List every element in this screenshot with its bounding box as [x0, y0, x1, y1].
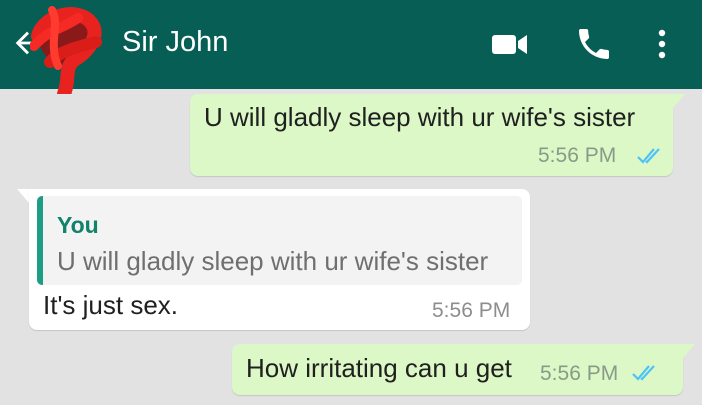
message-time: 5:56 PM — [432, 299, 511, 322]
message-text: How irritating can u get — [246, 353, 512, 383]
avatar[interactable] — [29, 6, 110, 101]
chat-screen: Sir John U will gladly sleep with ur wif… — [0, 0, 702, 405]
message-bubble-outgoing[interactable]: U will gladly sleep with ur wife's siste… — [190, 94, 673, 176]
quoted-message-text: U will gladly sleep with ur wife's siste… — [57, 246, 489, 276]
contact-name[interactable]: Sir John — [122, 24, 228, 60]
bubble-tail — [672, 94, 685, 109]
video-call-button[interactable] — [490, 24, 530, 64]
more-vertical-icon — [658, 29, 666, 59]
video-camera-icon — [492, 35, 527, 54]
more-options-button[interactable] — [646, 24, 676, 64]
message-text: U will gladly sleep with ur wife's siste… — [204, 102, 636, 132]
double-check-icon — [637, 148, 660, 164]
phone-icon — [579, 29, 609, 59]
quoted-message[interactable]: You U will gladly sleep with ur wife's s… — [37, 196, 522, 285]
double-check-icon — [632, 365, 655, 381]
redacted-avatar-scribble — [29, 6, 102, 101]
message-bubble-incoming[interactable]: You U will gladly sleep with ur wife's s… — [29, 189, 530, 330]
message-time: 5:56 PM — [540, 362, 619, 385]
bubble-tail — [17, 189, 30, 204]
message-bubble-outgoing[interactable]: How irritating can u get 5:56 PM — [232, 344, 683, 395]
quoted-message-author: You — [57, 212, 99, 238]
voice-call-button[interactable] — [574, 24, 614, 64]
chat-header: Sir John — [0, 0, 702, 101]
bubble-tail — [682, 344, 695, 359]
message-text: It's just sex. — [43, 290, 179, 320]
message-time: 5:56 PM — [538, 144, 617, 167]
